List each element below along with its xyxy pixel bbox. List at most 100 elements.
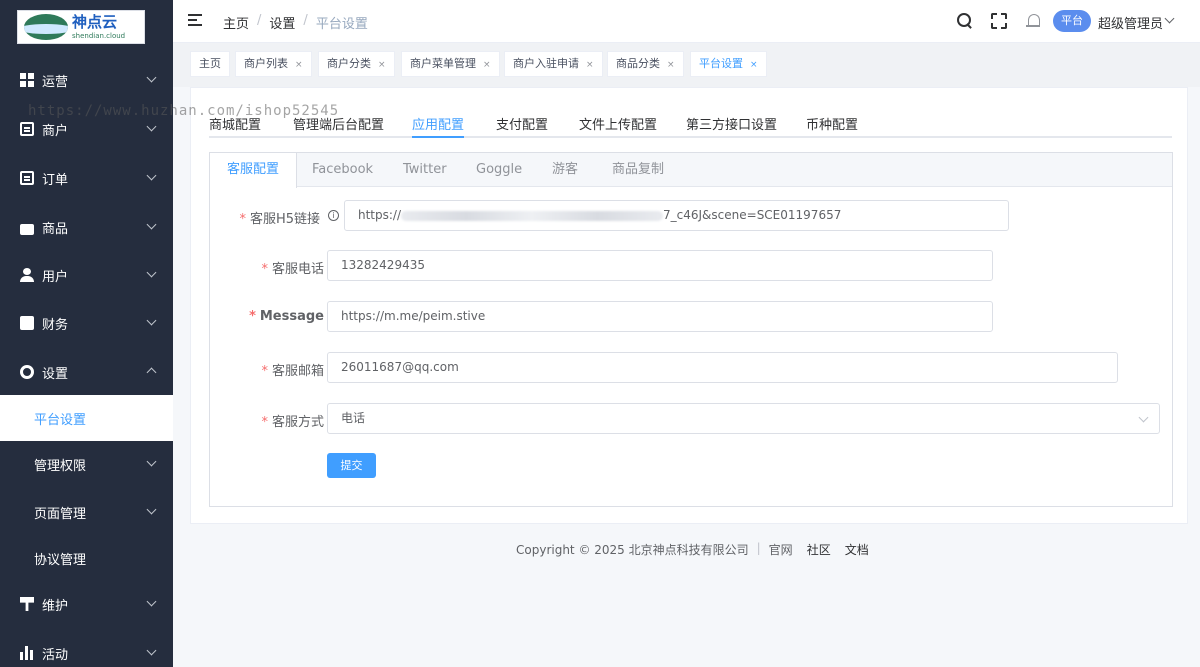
tab-facebook[interactable]: Facebook xyxy=(312,153,373,187)
sidebar-item-merchants[interactable]: 商户 xyxy=(0,106,173,152)
tab-mall-config[interactable]: 商城配置 xyxy=(209,114,261,133)
sidebar-item-users[interactable]: 用户 xyxy=(0,252,173,298)
tab-upload-config[interactable]: 文件上传配置 xyxy=(579,114,657,133)
logo[interactable]: 神点云 shendian.cloud xyxy=(17,10,145,44)
settings-tabs: 商城配置 管理端后台配置 应用配置 支付配置 文件上传配置 第三方接口设置 币种… xyxy=(209,114,1172,138)
chevron-down-icon xyxy=(146,267,157,278)
user-name[interactable]: 超级管理员 xyxy=(1098,13,1163,32)
breadcrumb-settings[interactable]: 设置 xyxy=(269,13,295,32)
sidebar-item-label: 管理权限 xyxy=(34,458,87,474)
sidebar-item-platform-settings[interactable]: 平台设置 xyxy=(0,395,173,441)
redacted-text xyxy=(401,210,664,221)
footer-link-community[interactable]: 社区 xyxy=(807,541,831,558)
sidebar-item-maintenance[interactable]: 维护 xyxy=(0,581,173,627)
app-config-tabs: 客服配置 Facebook Twitter Goggle 游客 商品复制 xyxy=(210,153,1172,188)
sidebar-item-label: 活动 xyxy=(42,647,69,663)
sidebar-item-activities[interactable]: 活动 xyxy=(0,630,173,667)
fullscreen-icon[interactable] xyxy=(991,13,1007,29)
chevron-down-icon[interactable] xyxy=(1164,13,1175,24)
footer-link-docs[interactable]: 文档 xyxy=(845,541,869,558)
form-row-h5-link: * 客服H5链接 i https://7_c46J&scene=SCE011976… xyxy=(210,200,1172,232)
sidebar-item-label: 维护 xyxy=(42,598,69,614)
close-icon[interactable]: × xyxy=(378,60,386,70)
tab-product-copy[interactable]: 商品复制 xyxy=(612,153,664,187)
logo-mark-icon xyxy=(24,14,68,40)
tab-twitter[interactable]: Twitter xyxy=(403,153,447,187)
method-label: * 客服方式 xyxy=(261,415,324,430)
order-icon xyxy=(20,171,34,185)
sidebar-item-label: 协议管理 xyxy=(34,552,87,568)
tab-payment-config[interactable]: 支付配置 xyxy=(496,114,548,133)
tab-google[interactable]: Goggle xyxy=(476,153,522,187)
bell-icon[interactable] xyxy=(1026,13,1042,29)
info-icon[interactable]: i xyxy=(328,210,339,221)
message-label: * Message xyxy=(249,309,324,324)
chevron-down-icon xyxy=(146,72,157,83)
logo-subtitle: shendian.cloud xyxy=(72,31,126,40)
wallet-icon xyxy=(20,316,34,330)
logo-title: 神点云 xyxy=(72,12,118,31)
menu-toggle-icon[interactable] xyxy=(188,14,202,26)
role-badge[interactable]: 平台 xyxy=(1053,10,1091,32)
close-icon[interactable]: × xyxy=(586,60,594,70)
tab-app-config[interactable]: 应用配置 xyxy=(412,114,465,138)
footer-link-official[interactable]: 官网 xyxy=(769,541,793,558)
bars-icon xyxy=(20,646,34,660)
tags-view: 主页 商户列表 × 商户分类 × 商户菜单管理 × 商户入驻申请 × 商品分类 × 平台设… xyxy=(173,43,1200,87)
chevron-down-icon xyxy=(146,456,157,467)
breadcrumb-home[interactable]: 主页 xyxy=(223,13,249,32)
sidebar-item-label: 运营 xyxy=(42,74,69,90)
chevron-up-icon xyxy=(146,367,157,378)
sidebar-item-settings[interactable]: 设置 xyxy=(0,349,173,395)
grid-icon xyxy=(20,73,34,87)
tag-platform-settings[interactable]: 平台设置 × xyxy=(690,51,767,77)
sidebar-item-label: 订单 xyxy=(42,172,69,188)
tab-customer-service[interactable]: 客服配置 xyxy=(210,153,298,188)
top-header: 主页 / 设置 / 平台设置 平台 超级管理员 xyxy=(173,0,1200,43)
sidebar-item-finance[interactable]: 财务 xyxy=(0,300,173,346)
tag-merchant-category[interactable]: 商户分类 × xyxy=(318,51,395,77)
sidebar-item-orders[interactable]: 订单 xyxy=(0,155,173,201)
method-select[interactable]: 电话 xyxy=(327,403,1160,434)
tab-admin-config[interactable]: 管理端后台配置 xyxy=(293,114,384,133)
tab-guest[interactable]: 游客 xyxy=(552,153,578,187)
breadcrumb: 主页 / 设置 / 平台设置 xyxy=(223,13,368,32)
footer: Copyright © 2025 北京神点科技有限公司 | 官网 社区 文档 xyxy=(516,541,869,558)
email-input[interactable]: 26011687@qq.com xyxy=(327,352,1118,383)
form-row-email: * 客服邮箱 26011687@qq.com xyxy=(210,352,1172,384)
search-icon[interactable] xyxy=(957,13,973,29)
tag-merchant-menu[interactable]: 商户菜单管理 × xyxy=(401,51,500,77)
sidebar-item-permissions[interactable]: 管理权限 xyxy=(0,441,173,487)
message-input[interactable]: https://m.me/peim.stive xyxy=(327,301,993,332)
close-icon[interactable]: × xyxy=(483,60,491,70)
chevron-down-icon xyxy=(146,596,157,607)
phone-input[interactable]: 13282429435 xyxy=(327,250,993,281)
app-config-panel: 客服配置 Facebook Twitter Goggle 游客 商品复制 * 客服… xyxy=(209,152,1173,507)
sidebar-item-products[interactable]: 商品 xyxy=(0,204,173,250)
tag-product-category[interactable]: 商品分类 × xyxy=(607,51,684,77)
sidebar-item-operations[interactable]: 运营 xyxy=(0,57,173,103)
sidebar-item-label: 用户 xyxy=(42,269,69,285)
h5-link-input[interactable]: https://7_c46J&scene=SCE01197657 xyxy=(344,200,1009,231)
phone-label: * 客服电话 xyxy=(261,262,324,277)
gear-icon xyxy=(20,365,34,379)
sidebar-item-pages[interactable]: 页面管理 xyxy=(0,489,173,535)
chevron-down-icon xyxy=(146,219,157,230)
sidebar-item-label: 平台设置 xyxy=(34,412,87,428)
tool-icon xyxy=(20,597,34,611)
h5-link-label: * 客服H5链接 xyxy=(239,212,320,227)
tag-merchant-list[interactable]: 商户列表 × xyxy=(235,51,312,77)
close-icon[interactable]: × xyxy=(750,60,758,70)
close-icon[interactable]: × xyxy=(667,60,675,70)
sidebar-item-label: 页面管理 xyxy=(34,506,87,522)
submit-button[interactable]: 提交 xyxy=(327,453,376,478)
tag-home[interactable]: 主页 xyxy=(190,51,230,77)
tab-third-party[interactable]: 第三方接口设置 xyxy=(686,114,777,133)
tab-currency-config[interactable]: 币种配置 xyxy=(806,114,858,133)
tag-merchant-apply[interactable]: 商户入驻申请 × xyxy=(504,51,603,77)
sidebar-item-label: 财务 xyxy=(42,317,69,333)
user-icon xyxy=(20,268,34,282)
sidebar-item-label: 商品 xyxy=(42,221,69,237)
sidebar-item-agreements[interactable]: 协议管理 xyxy=(0,535,173,581)
close-icon[interactable]: × xyxy=(295,60,303,70)
